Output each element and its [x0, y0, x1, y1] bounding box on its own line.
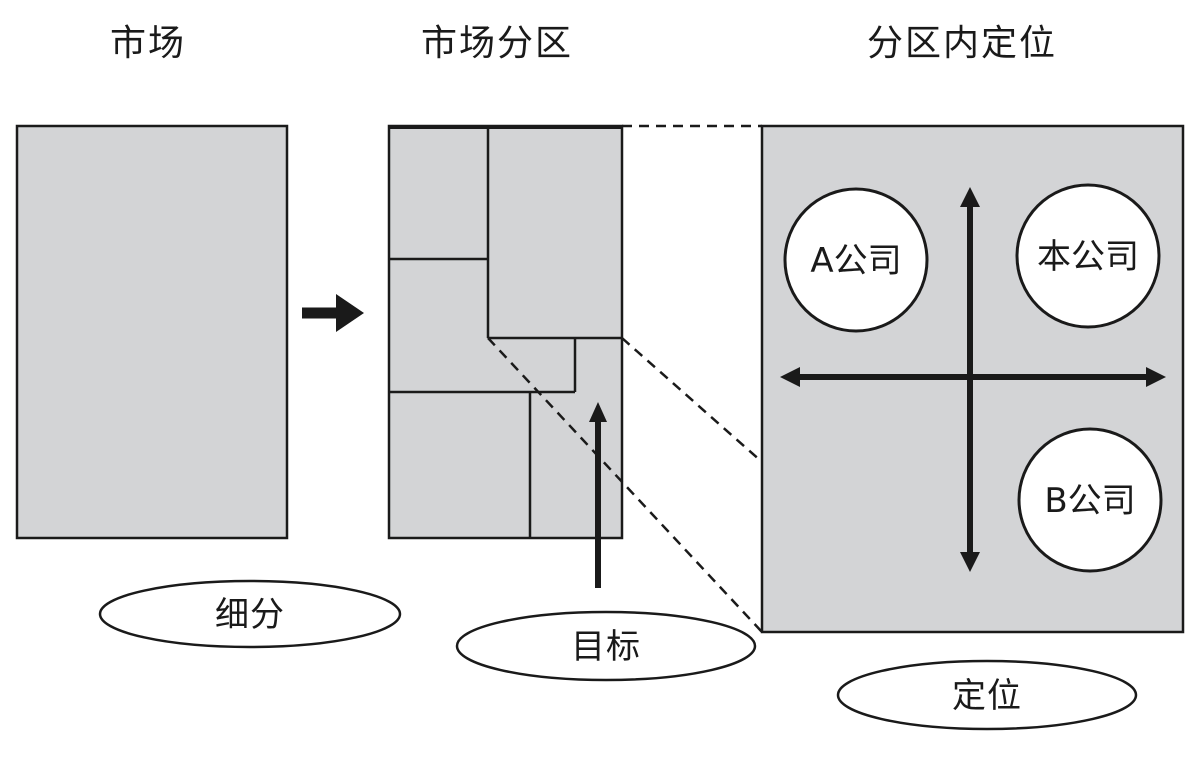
segmented-market-block	[387, 124, 624, 540]
market-block	[15, 124, 289, 540]
step-positioning-label: 定位	[952, 676, 1022, 716]
heading-positioning-in-segment: 分区内定位	[867, 23, 1057, 64]
zoom-line-middle	[621, 337, 763, 463]
step-segmentation-label: 细分	[215, 595, 285, 635]
company-b-label: B公司	[1044, 481, 1135, 521]
heading-market: 市场	[110, 23, 186, 64]
company-a-label: A公司	[810, 241, 901, 281]
arrow-right-icon	[302, 294, 364, 332]
step-targeting-label: 目标	[571, 627, 641, 667]
segment-outline	[387, 124, 624, 540]
stp-diagram: 市场 市场分区 分区内定位 A公司 本公司 B公司 细分 目标 定位	[15, 23, 1185, 731]
our-company-label: 本公司	[1037, 237, 1139, 277]
heading-segmented-market: 市场分区	[421, 23, 573, 64]
